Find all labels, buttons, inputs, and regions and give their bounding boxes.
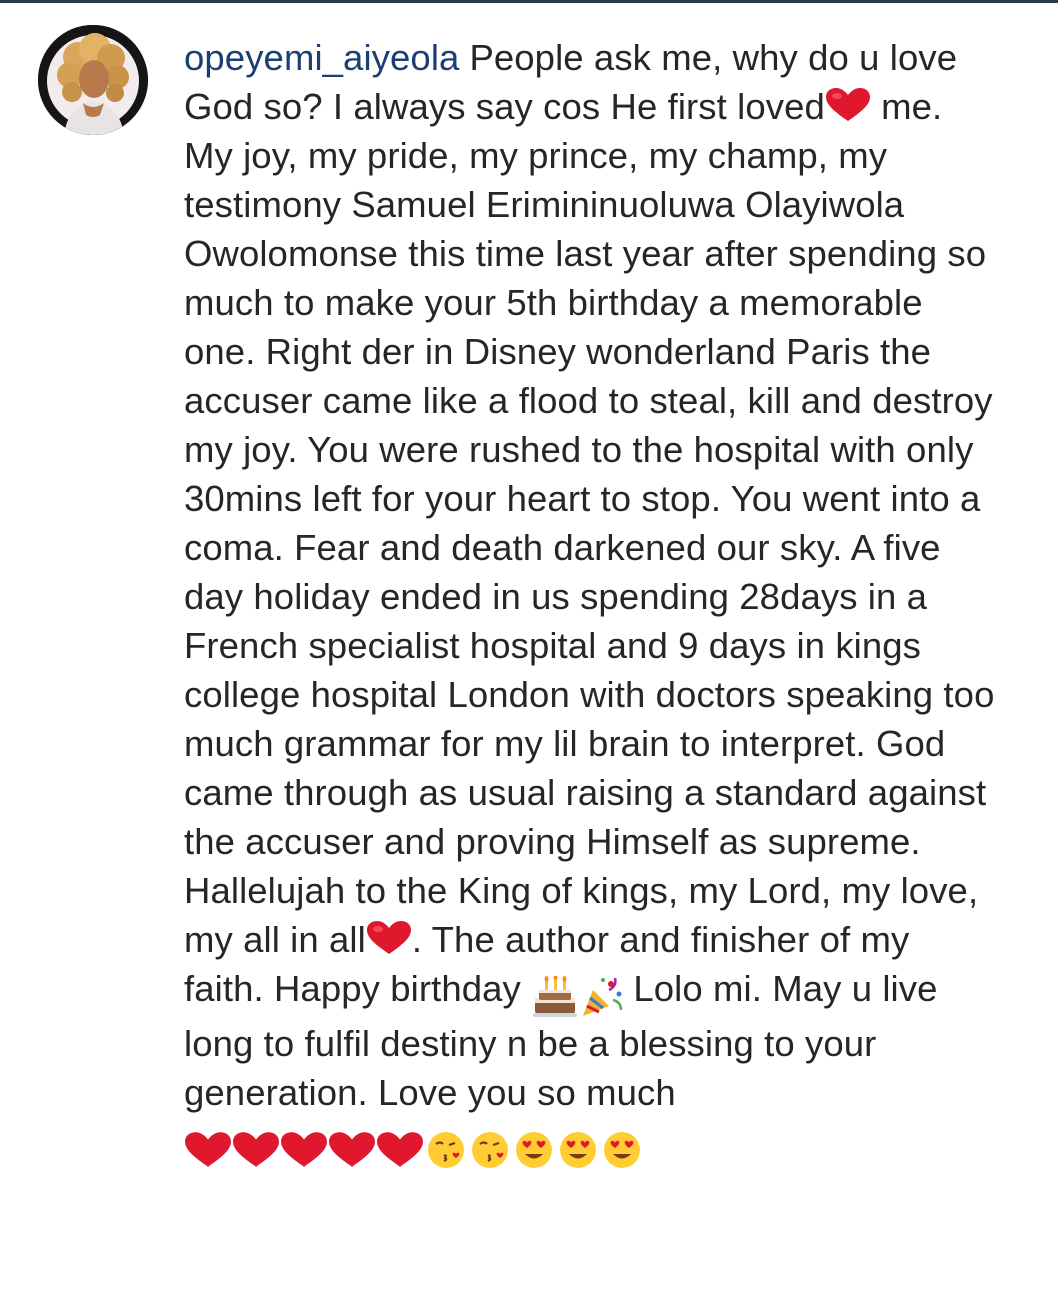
profile-avatar[interactable]	[38, 25, 148, 135]
red-heart-icon	[329, 1132, 375, 1168]
top-divider	[0, 0, 1058, 3]
username-link[interactable]: opeyemi_aiyeola	[184, 37, 459, 78]
ending-emoji-group	[184, 1123, 644, 1172]
birthday-emoji-group	[531, 970, 623, 1019]
red-heart-icon	[185, 1132, 231, 1168]
smiling-face-with-heart-eyes-icon	[604, 1132, 640, 1169]
red-heart-icon	[825, 85, 871, 121]
caption-text: opeyemi_aiyeola People ask me, why do u l…	[184, 33, 999, 1172]
face-blowing-kiss-icon	[428, 1132, 464, 1169]
red-heart-icon	[233, 1132, 279, 1168]
red-heart-icon	[281, 1132, 327, 1168]
red-heart-icon	[377, 1132, 423, 1168]
face-blowing-kiss-icon	[472, 1132, 508, 1169]
birthday-cake-icon	[533, 976, 578, 1018]
smiling-face-with-heart-eyes-icon	[516, 1132, 552, 1169]
smiling-face-with-heart-eyes-icon	[560, 1132, 596, 1169]
caption-part-2: me. My joy, my pride, my prince, my cham…	[184, 86, 995, 960]
red-heart-icon	[366, 918, 412, 954]
party-popper-icon	[583, 978, 623, 1017]
